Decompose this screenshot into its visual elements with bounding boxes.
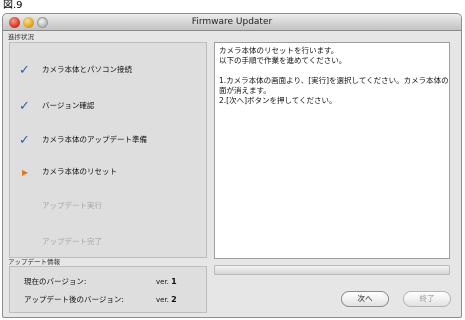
title-bar[interactable]: Firmware Updater bbox=[3, 14, 461, 31]
step-update-complete: アップデート完了 bbox=[10, 233, 206, 253]
instruction-line: 面が消えます。 bbox=[219, 86, 271, 95]
step-label: カメラ本体のリセット bbox=[42, 167, 117, 176]
instruction-line: カメラ本体のリセットを行います。 bbox=[219, 46, 339, 55]
current-version-value: ver. 1 bbox=[156, 277, 177, 287]
update-info-panel: 現在のバージョン: ver. 1 アップデート後のバージョン: ver. 2 bbox=[9, 266, 207, 313]
current-version-row: 現在のバージョン: ver. 1 bbox=[10, 275, 206, 289]
next-button[interactable]: 次へ bbox=[341, 291, 389, 307]
current-step-arrow-icon: ▶ bbox=[22, 168, 29, 177]
step-label: バージョン確認 bbox=[42, 101, 95, 110]
step-update-run: アップデート実行 bbox=[10, 197, 206, 217]
instruction-line: 1.カメラ本体の画面より、[実行]を選択してください。カメラ本体の画 bbox=[219, 76, 450, 85]
update-progress-bar bbox=[214, 265, 450, 275]
step-label: カメラ本体のアップデート準備 bbox=[42, 135, 147, 144]
checkmark-icon: ✓ bbox=[19, 133, 30, 148]
checkmark-icon: ✓ bbox=[19, 63, 30, 78]
version-number: 1 bbox=[171, 277, 177, 286]
step-label: カメラ本体とパソコン接続 bbox=[42, 65, 132, 74]
step-camera-reset: ▶ カメラ本体のリセット bbox=[10, 163, 206, 183]
current-version-label: 現在のバージョン: bbox=[24, 277, 87, 286]
update-info-label: アップデート情報 bbox=[8, 258, 60, 266]
step-label: アップデート実行 bbox=[42, 201, 102, 210]
step-label: アップデート完了 bbox=[42, 237, 102, 246]
version-prefix: ver. bbox=[156, 278, 169, 286]
instruction-line: 以下の手順で作業を進めてください。 bbox=[219, 56, 347, 65]
new-version-label: アップデート後のバージョン: bbox=[24, 295, 124, 304]
firmware-updater-window: Firmware Updater 進捗状況 ✓ カメラ本体とパソコン接続 ✓ バ… bbox=[2, 13, 462, 318]
instruction-spacer bbox=[219, 66, 449, 76]
step-version-check: ✓ バージョン確認 bbox=[10, 97, 206, 117]
finish-button[interactable]: 終了 bbox=[403, 291, 451, 307]
new-version-value: ver. 2 bbox=[156, 295, 177, 305]
checkmark-icon: ✓ bbox=[19, 99, 30, 114]
version-number: 2 bbox=[171, 295, 177, 304]
figure-label: 図.9 bbox=[3, 0, 23, 11]
instruction-text-area[interactable]: カメラ本体のリセットを行います。 以下の手順で作業を進めてください。 1.カメラ… bbox=[214, 42, 450, 259]
instruction-line: 2.[次へ]ボタンを押してください。 bbox=[219, 96, 337, 105]
new-version-row: アップデート後のバージョン: ver. 2 bbox=[10, 293, 206, 307]
version-prefix: ver. bbox=[156, 296, 169, 304]
step-update-prepare: ✓ カメラ本体のアップデート準備 bbox=[10, 131, 206, 151]
progress-steps-panel: ✓ カメラ本体とパソコン接続 ✓ バージョン確認 ✓ カメラ本体のアップデート準… bbox=[9, 42, 207, 258]
step-connect: ✓ カメラ本体とパソコン接続 bbox=[10, 61, 206, 81]
progress-group-label: 進捗状況 bbox=[8, 33, 34, 41]
window-title: Firmware Updater bbox=[191, 17, 273, 27]
